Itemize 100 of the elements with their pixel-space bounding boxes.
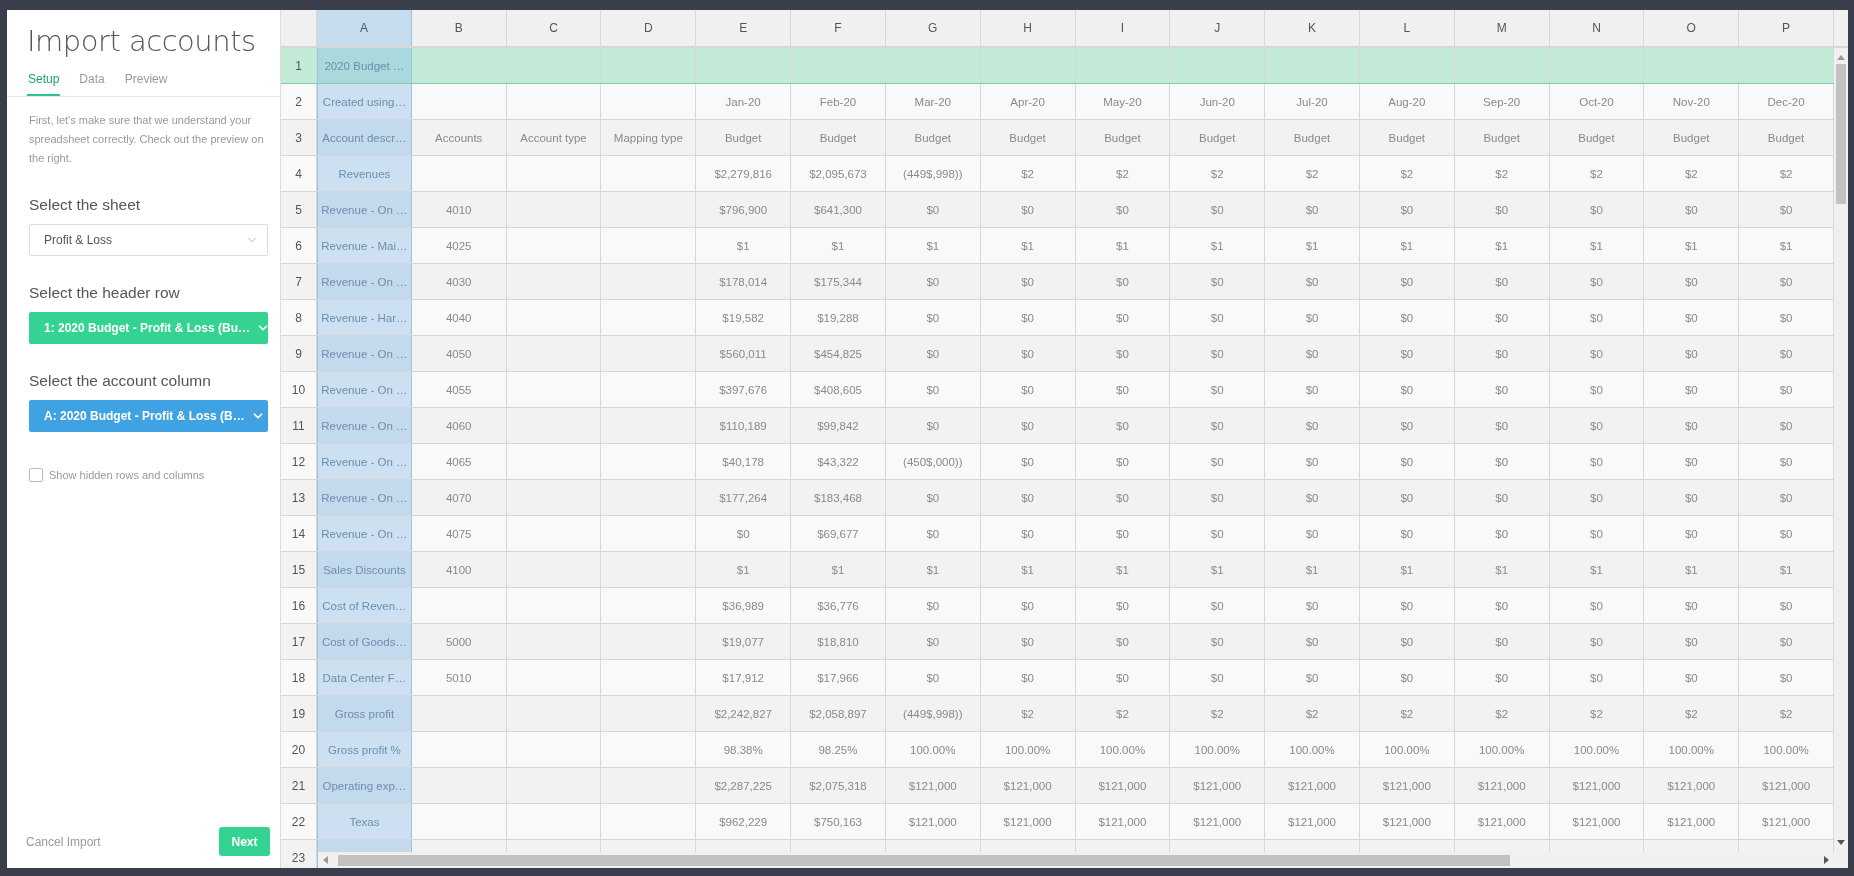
table-cell: $0 bbox=[1359, 444, 1455, 479]
table-cell: $0 bbox=[980, 192, 1076, 227]
table-cell: $0 bbox=[1075, 444, 1171, 479]
table-cell: $0 bbox=[1265, 372, 1360, 407]
table-cell: $1 bbox=[885, 552, 981, 587]
table-cell: $0 bbox=[980, 336, 1076, 371]
table-cell: $121,000 bbox=[1170, 804, 1266, 839]
table-cell: $1 bbox=[1549, 228, 1645, 263]
table-cell: Operating exp… bbox=[317, 768, 412, 803]
table-cell: $0 bbox=[1454, 480, 1550, 515]
table-cell: 4065 bbox=[411, 444, 507, 479]
table-cell: $0 bbox=[1549, 408, 1645, 443]
table-cell: $0 bbox=[1075, 624, 1171, 659]
table-cell: $0 bbox=[1644, 372, 1740, 407]
table-cell: $408,605 bbox=[791, 372, 886, 407]
table-cell: $0 bbox=[885, 408, 981, 443]
table-cell: $121,000 bbox=[980, 804, 1076, 839]
table-cell: 100.00% bbox=[1454, 732, 1550, 767]
column-header[interactable]: A bbox=[317, 10, 412, 46]
table-cell: $1 bbox=[1359, 552, 1455, 587]
table-cell: $40,178 bbox=[696, 444, 792, 479]
table-cell: (449$,998)) bbox=[885, 156, 981, 191]
table-cell: $0 bbox=[1265, 516, 1360, 551]
table-cell: $0 bbox=[1454, 372, 1550, 407]
table-cell: $2,058,897 bbox=[791, 696, 886, 731]
table-cell: $0 bbox=[1454, 300, 1550, 335]
table-cell: $0 bbox=[1549, 480, 1645, 515]
table-cell: $796,900 bbox=[696, 192, 792, 227]
table-cell: $0 bbox=[1170, 444, 1266, 479]
table-cell: $0 bbox=[1644, 408, 1740, 443]
table-cell: $121,000 bbox=[980, 768, 1076, 803]
table-cell: $1 bbox=[696, 552, 792, 587]
table-cell: $0 bbox=[1075, 192, 1171, 227]
table-cell: $0 bbox=[885, 516, 981, 551]
table-cell: $1 bbox=[1170, 552, 1266, 587]
table-cell: $454,825 bbox=[791, 336, 886, 371]
table-cell: $2 bbox=[1549, 156, 1645, 191]
table-cell: Budget bbox=[1075, 120, 1171, 155]
table-cell: $0 bbox=[980, 264, 1076, 299]
table-cell: $0 bbox=[1644, 300, 1740, 335]
table-cell: $121,000 bbox=[885, 804, 981, 839]
table-cell: $0 bbox=[696, 516, 792, 551]
select-dropdown[interactable]: Profit & Loss bbox=[29, 224, 268, 256]
table-cell: $0 bbox=[1644, 480, 1740, 515]
table-cell: $0 bbox=[1549, 372, 1645, 407]
table-cell: Jan-20 bbox=[696, 84, 792, 119]
table-cell: $0 bbox=[885, 480, 981, 515]
table-cell: Revenue - Har… bbox=[317, 300, 412, 335]
table-cell: $1 bbox=[1644, 228, 1740, 263]
dialog-title: Import accounts bbox=[27, 24, 257, 58]
table-cell: $0 bbox=[1075, 300, 1171, 335]
table-cell: $0 bbox=[980, 300, 1076, 335]
table-cell: $0 bbox=[1644, 444, 1740, 479]
table-cell: $0 bbox=[885, 372, 981, 407]
table-cell: $0 bbox=[1075, 516, 1171, 551]
table-cell: $0 bbox=[1359, 516, 1455, 551]
table-cell: Revenue - On … bbox=[317, 192, 412, 227]
field-label: Select the sheet bbox=[29, 196, 142, 214]
table-cell: $2 bbox=[1265, 156, 1360, 191]
table-cell: Budget bbox=[1454, 120, 1550, 155]
table-cell: $2 bbox=[1549, 696, 1645, 731]
table-cell: $19,582 bbox=[696, 300, 792, 335]
table-cell: $2 bbox=[1359, 696, 1455, 731]
table-cell: Budget bbox=[1644, 120, 1740, 155]
table-cell: Mapping type bbox=[601, 120, 697, 155]
table-cell: $1 bbox=[1549, 552, 1645, 587]
table-cell: $0 bbox=[1454, 408, 1550, 443]
table-cell: Feb-20 bbox=[791, 84, 886, 119]
table-cell: $0 bbox=[1359, 300, 1455, 335]
table-cell: Revenue - On … bbox=[317, 408, 412, 443]
table-cell: 4060 bbox=[411, 408, 507, 443]
field-label: Select the account column bbox=[29, 372, 212, 390]
table-cell: Oct-20 bbox=[1549, 84, 1645, 119]
table-cell: $0 bbox=[1454, 660, 1550, 695]
table-cell: Jul-20 bbox=[1265, 84, 1360, 119]
table-cell: $1 bbox=[980, 228, 1076, 263]
table-cell: $0 bbox=[1265, 300, 1360, 335]
table-cell: Budget bbox=[1359, 120, 1455, 155]
table-cell: $121,000 bbox=[885, 768, 981, 803]
table-cell: $0 bbox=[1265, 660, 1360, 695]
table-cell: $2,242,827 bbox=[696, 696, 792, 731]
table-cell: $121,000 bbox=[1644, 804, 1740, 839]
table-cell: Gross profit bbox=[317, 696, 412, 731]
intro-text: First, let's make sure that we understand your spreadsheet correctly. Check out the preview on the right. bbox=[29, 113, 265, 166]
table-cell: $69,677 bbox=[791, 516, 886, 551]
table-cell: 4030 bbox=[411, 264, 507, 299]
table-cell: $18,810 bbox=[791, 624, 886, 659]
table-cell: 98.25% bbox=[791, 732, 886, 767]
table-cell: Nov-20 bbox=[1644, 84, 1740, 119]
table-cell: $36,776 bbox=[791, 588, 886, 623]
table-cell: $175,344 bbox=[791, 264, 886, 299]
table-cell: $962,229 bbox=[696, 804, 792, 839]
table-cell: Revenue - On … bbox=[317, 516, 412, 551]
table-cell: Budget bbox=[1549, 120, 1645, 155]
table-cell: $0 bbox=[1359, 480, 1455, 515]
table-cell: Aug-20 bbox=[1359, 84, 1455, 119]
table-cell: $0 bbox=[1170, 372, 1266, 407]
table-cell: Budget bbox=[1170, 120, 1266, 155]
table-cell: $2,075,318 bbox=[791, 768, 886, 803]
tab[interactable]: Setup bbox=[27, 72, 61, 96]
